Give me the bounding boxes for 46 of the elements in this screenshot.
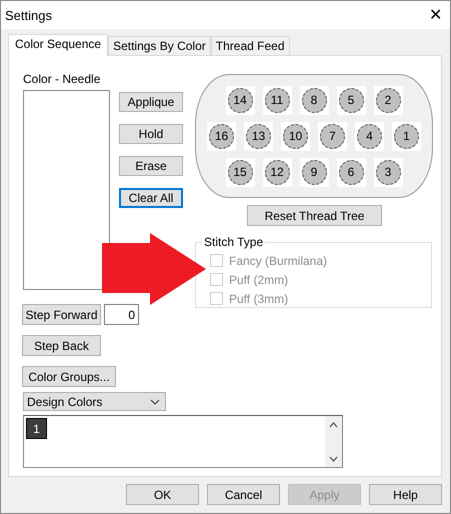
close-button[interactable]: ✕ (429, 5, 442, 25)
needle-button[interactable]: 12 (264, 160, 290, 184)
needle-button[interactable]: 8 (302, 88, 326, 112)
checkbox-label: Puff (3mm) (229, 292, 288, 306)
tab[interactable]: Settings By Color (108, 36, 211, 55)
tab[interactable]: Thread Feed (210, 36, 290, 55)
scrollbar[interactable] (325, 416, 342, 467)
action-button[interactable]: Applique (119, 92, 183, 112)
color-groups-button[interactable]: Color Groups... (22, 366, 116, 387)
needle-button[interactable]: 1 (394, 124, 419, 148)
step-input[interactable]: 0 (104, 304, 139, 325)
action-button[interactable]: Erase (119, 156, 183, 176)
needle-button[interactable]: 5 (338, 88, 364, 112)
dialog-button[interactable]: OK (126, 484, 199, 505)
needle-button[interactable]: 14 (228, 88, 252, 112)
color-needle-list[interactable] (23, 90, 110, 290)
dialog-button[interactable]: Help (369, 484, 442, 505)
color-chip[interactable]: 1 (26, 418, 47, 439)
needle-button[interactable]: 4 (357, 124, 382, 148)
caret-icon (150, 398, 160, 404)
action-button[interactable]: Hold (119, 124, 183, 144)
needle-button[interactable]: 10 (283, 124, 308, 148)
checkbox-label: Puff (2mm) (229, 272, 288, 286)
action-button[interactable]: Clear All (119, 188, 183, 208)
needle-button[interactable]: 6 (338, 160, 364, 184)
needle-button[interactable]: 7 (320, 124, 345, 148)
dialog-button[interactable]: Cancel (207, 484, 280, 505)
needle-button[interactable]: 3 (376, 160, 400, 184)
color-needle-label: Color - Needle (23, 72, 102, 86)
scroll-up-icon[interactable] (329, 422, 338, 428)
needle-button[interactable]: 2 (376, 88, 400, 112)
needle-button[interactable]: 15 (228, 160, 252, 184)
window-title: Settings (5, 8, 52, 22)
needle-button[interactable]: 13 (246, 124, 271, 148)
needle-button[interactable]: 9 (302, 160, 326, 184)
step-forward-button[interactable]: Step Forward (22, 304, 101, 325)
needle-button[interactable]: 11 (264, 88, 290, 112)
scroll-down-icon[interactable] (329, 456, 338, 462)
design-colors-dropdown[interactable]: Design Colors (23, 392, 166, 411)
group-title: Stitch Type (202, 235, 266, 249)
reset-thread-tree-button[interactable]: Reset Thread Tree (247, 205, 382, 226)
checkbox-label: Fancy (Burmilana) (229, 254, 328, 268)
needle-button[interactable]: 16 (209, 124, 234, 148)
step-back-button[interactable]: Step Back (22, 335, 101, 356)
color-list[interactable]: 1 (23, 415, 343, 468)
tab[interactable]: Color Sequence (8, 34, 108, 56)
